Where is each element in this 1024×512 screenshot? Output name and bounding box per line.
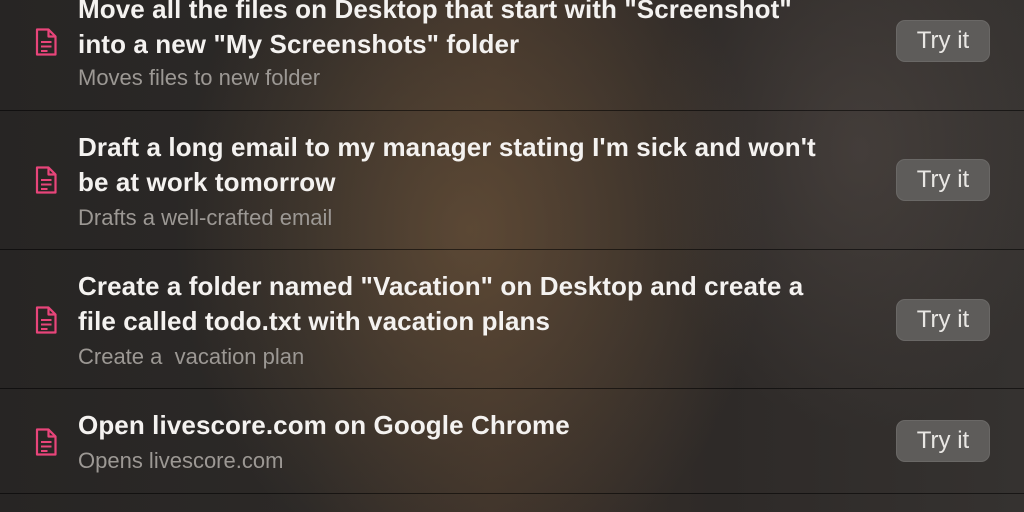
- list-item[interactable]: Open livescore.com on Google Chrome Open…: [0, 389, 1024, 493]
- list-item[interactable]: Create a folder named "Vacation" on Desk…: [0, 250, 1024, 388]
- suggestion-list: Move all the files on Desktop that start…: [0, 0, 1024, 512]
- item-subtitle: Drafts a well-crafted email: [78, 205, 333, 230]
- item-title-line: be at work tomorrow: [78, 167, 336, 197]
- item-subtitle: Create a vacation plan: [78, 344, 305, 369]
- item-title: Move all the files on Desktop that start…: [78, 0, 888, 62]
- item-title-line: Move all the files on Desktop that start…: [78, 0, 792, 24]
- document-icon: [35, 428, 57, 456]
- item-title-line: Draft a long email to my manager stating…: [78, 132, 816, 162]
- list-item[interactable]: Move all the files on Desktop that start…: [0, 0, 1024, 110]
- item-title: Open livescore.com on Google Chrome: [78, 408, 888, 443]
- try-it-button[interactable]: Try it: [896, 299, 990, 341]
- list-item[interactable]: Draft a long email to my manager stating…: [0, 111, 1024, 249]
- item-subtitle: Opens livescore.com: [78, 448, 284, 473]
- try-it-button[interactable]: Try it: [896, 20, 990, 62]
- item-subtitle: Moves files to new folder: [78, 65, 321, 90]
- divider: [0, 493, 1024, 494]
- item-title: Draft a long email to my manager stating…: [78, 130, 888, 200]
- try-it-button[interactable]: Try it: [896, 159, 990, 201]
- item-title-line: Open livescore.com on Google Chrome: [78, 410, 570, 440]
- try-it-button[interactable]: Try it: [896, 420, 990, 462]
- item-title-line: Create a folder named "Vacation" on Desk…: [78, 271, 804, 301]
- item-title-line: file called todo.txt with vacation plans: [78, 306, 551, 336]
- document-icon: [35, 306, 57, 334]
- item-title-line: into a new "My Screenshots" folder: [78, 29, 520, 59]
- document-icon: [35, 166, 57, 194]
- document-icon: [35, 28, 57, 56]
- item-title: Create a folder named "Vacation" on Desk…: [78, 269, 888, 339]
